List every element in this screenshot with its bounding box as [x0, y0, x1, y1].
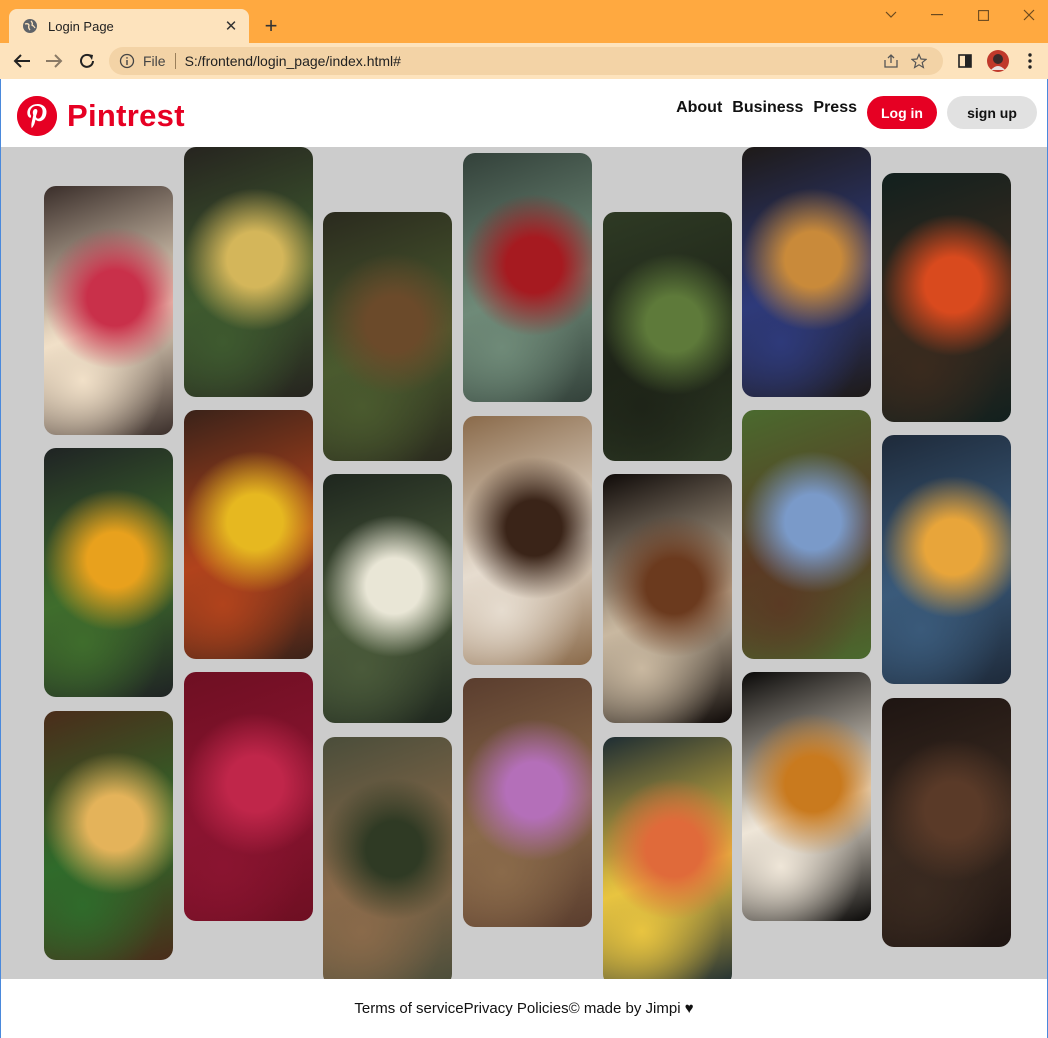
terms-link[interactable]: Terms of service	[354, 1000, 463, 1017]
globe-icon	[22, 18, 38, 34]
pin-image[interactable]	[882, 435, 1011, 684]
pin-image[interactable]	[463, 678, 592, 927]
pin-image[interactable]	[463, 416, 592, 665]
tab-title: Login Page	[48, 18, 114, 34]
close-tab-icon[interactable]: ✕	[223, 18, 239, 35]
pin-image[interactable]	[44, 448, 173, 697]
url-text[interactable]: S:/frontend/login_page/index.html#	[185, 53, 877, 69]
pin-image[interactable]	[603, 474, 732, 723]
bookmark-star-icon[interactable]	[905, 47, 933, 75]
back-arrow-icon[interactable]	[6, 45, 38, 77]
minimize-button[interactable]	[925, 4, 949, 26]
url-scheme: File	[143, 53, 166, 69]
nav-press[interactable]: Press	[813, 99, 857, 117]
pin-image[interactable]	[742, 672, 871, 921]
pin-image[interactable]	[184, 147, 313, 397]
new-tab-button[interactable]: +	[258, 13, 284, 39]
pin-image[interactable]	[323, 737, 452, 979]
pin-gallery	[0, 147, 1048, 979]
brand-name: Pintrest	[67, 98, 185, 133]
signup-button[interactable]: sign up	[947, 96, 1037, 129]
pin-image[interactable]	[742, 410, 871, 659]
pinterest-p-icon	[17, 96, 57, 136]
forward-arrow-icon[interactable]	[38, 45, 70, 77]
browser-toolbar: File S:/frontend/login_page/index.html#	[0, 43, 1048, 79]
url-divider	[174, 53, 176, 69]
kebab-menu-icon[interactable]	[1016, 47, 1044, 75]
share-icon[interactable]	[877, 47, 905, 75]
nav-business[interactable]: Business	[732, 99, 803, 117]
login-button[interactable]: Log in	[867, 96, 937, 129]
browser-tab[interactable]: Login Page ✕	[9, 9, 249, 43]
pin-image[interactable]	[742, 147, 871, 397]
pin-image[interactable]	[323, 474, 452, 723]
reload-icon[interactable]	[71, 45, 103, 77]
brand-logo[interactable]: Pintrest	[17, 96, 185, 136]
profile-avatar[interactable]	[984, 47, 1012, 75]
side-panel-icon[interactable]	[951, 47, 979, 75]
pin-image[interactable]	[44, 711, 173, 960]
site-header: Pintrest About Business Press Log in sig…	[0, 79, 1048, 147]
pin-image[interactable]	[463, 153, 592, 402]
credit-text: © made by Jimpi ♥	[568, 1000, 694, 1017]
pin-image[interactable]	[323, 212, 452, 461]
address-bar[interactable]: File S:/frontend/login_page/index.html#	[109, 47, 943, 75]
pin-image[interactable]	[882, 173, 1011, 422]
info-icon[interactable]	[119, 53, 135, 69]
pin-image[interactable]	[882, 698, 1011, 947]
chevron-down-icon[interactable]	[879, 4, 903, 26]
site-footer: Terms of service Privacy Policies © made…	[0, 979, 1048, 1038]
nav-about[interactable]: About	[676, 99, 722, 117]
pin-image[interactable]	[44, 186, 173, 435]
pin-image[interactable]	[603, 737, 732, 979]
maximize-button[interactable]	[971, 4, 995, 26]
close-window-button[interactable]	[1017, 4, 1041, 26]
pin-image[interactable]	[184, 672, 313, 921]
main-nav: About Business Press	[676, 99, 857, 117]
pin-image[interactable]	[603, 212, 732, 461]
browser-chrome: Login Page ✕ + File S:/frontend/login_pa…	[0, 0, 1048, 79]
pin-image[interactable]	[184, 410, 313, 659]
privacy-link[interactable]: Privacy Policies	[464, 1000, 569, 1017]
